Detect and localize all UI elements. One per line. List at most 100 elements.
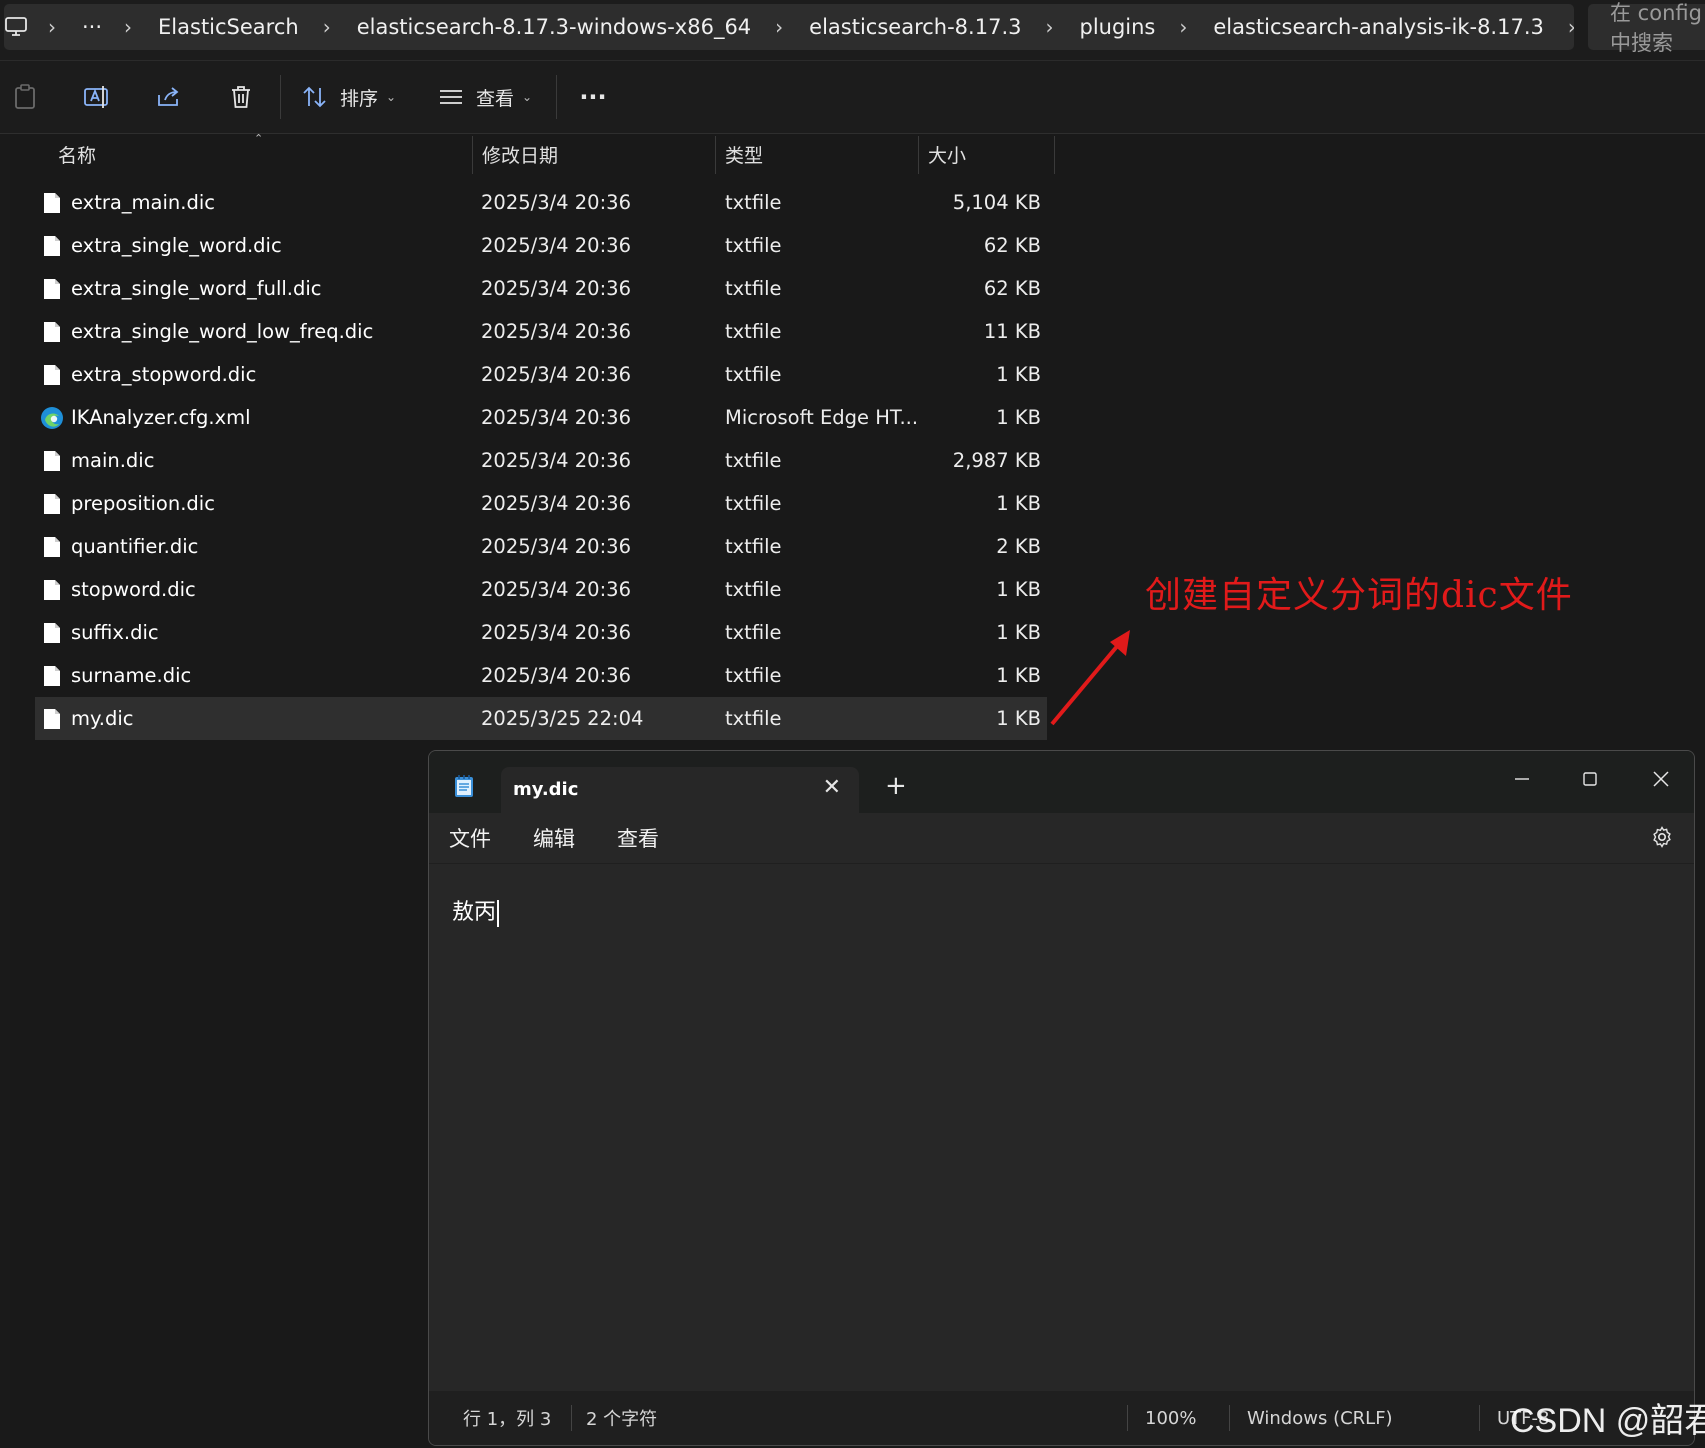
breadcrumb-separator[interactable]: ›: [28, 15, 78, 39]
file-row[interactable]: stopword.dic 2025/3/4 20:36 txtfile 1 KB: [35, 568, 1047, 611]
navigation-pane-edge: [0, 134, 10, 1448]
close-window-icon[interactable]: [1641, 761, 1681, 797]
file-date: 2025/3/4 20:36: [481, 320, 631, 343]
more-options-button[interactable]: ···: [576, 79, 610, 115]
column-resize-handle[interactable]: [715, 136, 716, 174]
file-date: 2025/3/4 20:36: [481, 277, 631, 300]
file-size: 1 KB: [996, 363, 1041, 386]
file-name: surname.dic: [71, 664, 192, 687]
sort-label: 排序: [340, 87, 379, 110]
document-icon: [44, 279, 60, 299]
document-icon: [44, 666, 60, 686]
file-type: txtfile: [725, 664, 782, 687]
file-row[interactable]: extra_single_word_low_freq.dic 2025/3/4 2…: [35, 310, 1047, 353]
breadcrumb-plugins[interactable]: plugins: [1075, 15, 1159, 39]
notepad-menubar: 文件 编辑 查看: [429, 813, 1694, 863]
status-zoom[interactable]: 100%: [1145, 1391, 1196, 1445]
settings-gear-icon[interactable]: [1650, 825, 1674, 853]
file-row[interactable]: main.dic 2025/3/4 20:36 txtfile 2,987 KB: [35, 439, 1047, 482]
breadcrumb-overflow[interactable]: ···: [78, 15, 106, 39]
breadcrumb-separator[interactable]: ›: [1025, 15, 1075, 39]
column-name-header[interactable]: 名称: [58, 134, 96, 174]
file-row[interactable]: suffix.dic 2025/3/4 20:36 txtfile 1 KB: [35, 611, 1047, 654]
file-row[interactable]: preposition.dic 2025/3/4 20:36 txtfile 1 KB: [35, 482, 1047, 525]
file-row[interactable]: extra_stopword.dic 2025/3/4 20:36 txtfile 1…: [35, 353, 1047, 396]
text-caret: [497, 899, 500, 927]
sort-icon: [303, 86, 326, 108]
breadcrumb-elasticsearch[interactable]: ElasticSearch: [154, 15, 303, 39]
column-type-header[interactable]: 类型: [725, 134, 763, 174]
file-size: 1 KB: [996, 621, 1041, 644]
file-date: 2025/3/4 20:36: [481, 621, 631, 644]
file-type: Microsoft Edge HT...: [725, 406, 919, 429]
column-size-header[interactable]: 大小: [928, 134, 966, 174]
status-divider: [1229, 1405, 1230, 1431]
this-pc-icon[interactable]: [4, 16, 28, 38]
paste-icon[interactable]: [10, 79, 40, 115]
file-type: txtfile: [725, 535, 782, 558]
file-name: stopword.dic: [71, 578, 196, 601]
column-resize-handle[interactable]: [472, 136, 473, 174]
menu-file[interactable]: 文件: [449, 813, 491, 863]
file-size: 11 KB: [983, 320, 1041, 343]
delete-icon[interactable]: [224, 79, 258, 115]
breadcrumb-es-windows[interactable]: elasticsearch-8.17.3-windows-x86_64: [353, 15, 755, 39]
toolbar-divider: [280, 75, 281, 119]
menu-edit[interactable]: 编辑: [533, 813, 575, 863]
document-icon: [44, 709, 60, 729]
file-row[interactable]: quantifier.dic 2025/3/4 20:36 txtfile 2 KB: [35, 525, 1047, 568]
notepad-text-area[interactable]: 敖丙: [429, 863, 1694, 1342]
close-tab-icon[interactable]: ✕: [823, 775, 841, 800]
status-line-ending[interactable]: Windows (CRLF): [1247, 1391, 1393, 1445]
file-name: main.dic: [71, 449, 155, 472]
status-char-count: 2 个字符: [586, 1409, 658, 1430]
search-input[interactable]: 在 config 中搜索: [1588, 1, 1705, 55]
new-tab-button[interactable]: +: [885, 773, 907, 799]
file-type: txtfile: [725, 191, 782, 214]
file-date: 2025/3/4 20:36: [481, 492, 631, 515]
file-name: quantifier.dic: [71, 535, 199, 558]
breadcrumb-separator[interactable]: ›: [755, 15, 805, 39]
sort-ascending-icon: ⌃: [254, 132, 264, 145]
sort-button[interactable]: 排序 ⌄: [302, 79, 402, 115]
file-row[interactable]: extra_single_word.dic 2025/3/4 20:36 txtfi…: [35, 224, 1047, 267]
file-row[interactable]: my.dic 2025/3/25 22:04 txtfile 1 KB: [35, 697, 1047, 740]
file-row[interactable]: surname.dic 2025/3/4 20:36 txtfile 1 KB: [35, 654, 1047, 697]
list-view-icon: [440, 90, 462, 104]
document-icon: [44, 537, 60, 557]
minimize-icon[interactable]: [1502, 761, 1542, 797]
file-type: txtfile: [725, 320, 782, 343]
menu-view[interactable]: 查看: [617, 813, 659, 863]
column-date-header[interactable]: 修改日期: [482, 134, 558, 174]
breadcrumb-separator[interactable]: ›: [1548, 15, 1574, 39]
tab-my-dic[interactable]: my.dic ✕: [501, 767, 859, 813]
breadcrumb-es-version[interactable]: elasticsearch-8.17.3: [805, 15, 1025, 39]
file-row[interactable]: extra_main.dic 2025/3/4 20:36 txtfile 5,104…: [35, 181, 1047, 224]
breadcrumb-separator[interactable]: ›: [1159, 15, 1209, 39]
chevron-down-icon: ⌄: [386, 90, 397, 104]
breadcrumb-ik-plugin[interactable]: elasticsearch-analysis-ik-8.17.3: [1209, 15, 1547, 39]
file-date: 2025/3/4 20:36: [481, 191, 631, 214]
file-row[interactable]: extra_single_word_full.dic 2025/3/4 20:36…: [35, 267, 1047, 310]
breadcrumb-separator[interactable]: ›: [303, 15, 353, 39]
file-date: 2025/3/4 20:36: [481, 664, 631, 687]
column-resize-handle[interactable]: [1054, 136, 1055, 174]
status-divider: [1479, 1405, 1480, 1431]
watermark: CSDN @韶君: [1510, 1402, 1705, 1440]
notepad-titlebar[interactable]: my.dic ✕ +: [429, 751, 1694, 813]
document-content: 敖丙: [452, 900, 497, 925]
view-button[interactable]: 查看 ⌄: [438, 79, 548, 115]
status-divider: [1127, 1405, 1128, 1431]
maximize-icon[interactable]: [1570, 761, 1610, 797]
share-icon[interactable]: [152, 79, 186, 115]
file-size: 2 KB: [996, 535, 1041, 558]
column-resize-handle[interactable]: [918, 136, 919, 174]
document-icon: [44, 236, 60, 256]
breadcrumb[interactable]: › ··· › ElasticSearch › elasticsearch-8.…: [4, 4, 1574, 50]
file-type: txtfile: [725, 492, 782, 515]
file-size: 1 KB: [996, 406, 1041, 429]
file-row[interactable]: IKAnalyzer.cfg.xml 2025/3/4 20:36 Microsof…: [35, 396, 1047, 439]
breadcrumb-separator[interactable]: ›: [106, 15, 154, 39]
file-name: extra_single_word_low_freq.dic: [71, 320, 374, 343]
rename-icon[interactable]: [80, 79, 114, 115]
